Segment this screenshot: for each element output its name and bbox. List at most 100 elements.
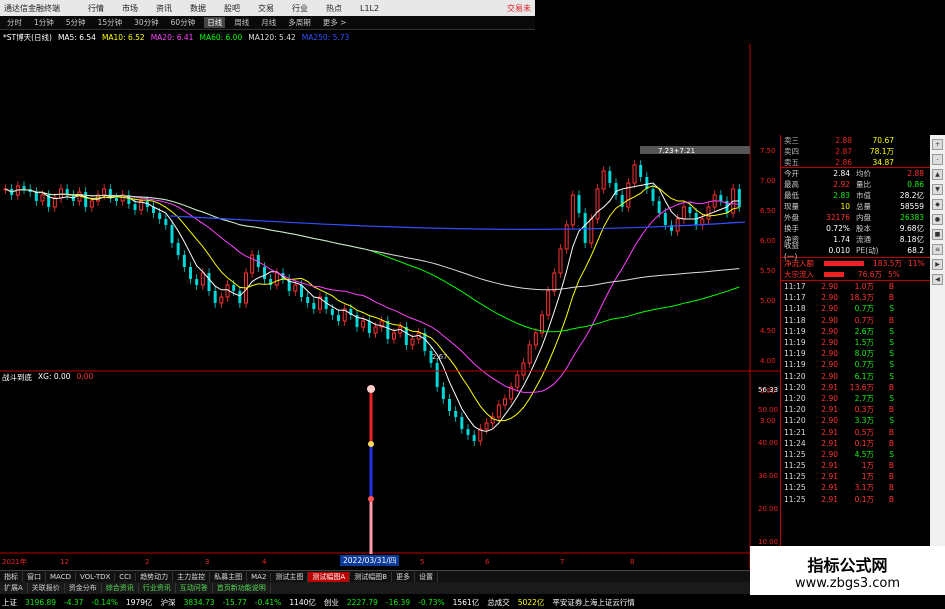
indicator-tab-bar: 指标 窗口 MACD VOL-TDX CCI 趋势动力 主力监控 私募主图 MA2 测试主图 测试幅… bbox=[0, 570, 780, 582]
period-tab-weekly[interactable]: 周线 bbox=[231, 17, 252, 28]
stat-value: 28.2亿 bbox=[899, 191, 924, 200]
indicator-tab[interactable]: CCI bbox=[115, 572, 137, 581]
toolbar-button-10[interactable]: ◀ bbox=[932, 274, 943, 285]
ask-row-5: 卖五 2.86 34.87 bbox=[781, 157, 945, 168]
tick-list[interactable]: 11:17 2.90 1.0万 B 11:17 2.90 18.3万 B 11:18 2.90 0.… bbox=[781, 281, 945, 505]
tick-volume: 1万 bbox=[861, 461, 874, 471]
menu-item-market[interactable]: 市场 bbox=[122, 3, 138, 14]
toolbar-button-1[interactable]: + bbox=[932, 139, 943, 150]
indicator-name[interactable]: 战斗到底 bbox=[2, 372, 32, 383]
extension-tab[interactable]: 扩展A bbox=[0, 583, 28, 593]
sh-index-label[interactable]: 上证 bbox=[2, 597, 17, 608]
indicator-tab[interactable]: VOL-TDX bbox=[76, 572, 116, 581]
flow-bar bbox=[824, 261, 864, 266]
toolbar-button-9[interactable]: ▶ bbox=[932, 259, 943, 270]
indicator-tab[interactable]: MACD bbox=[46, 572, 76, 581]
right-toolbar: + - ▲ ▼ ◆ ● ■ ≡ ▶ ◀ bbox=[930, 135, 945, 550]
toolbar-button-5[interactable]: ◆ bbox=[932, 199, 943, 210]
flow-value: 76.6万 bbox=[857, 270, 882, 279]
tick-row: 11:20 2.90 6.1万 S bbox=[781, 371, 945, 382]
candle-body bbox=[484, 422, 489, 430]
indicator-tab[interactable]: 指标 bbox=[0, 571, 23, 582]
tick-price: 2.90 bbox=[821, 338, 838, 348]
menu-item-trade[interactable]: 交易 bbox=[258, 3, 274, 14]
stat-label: 今开 bbox=[784, 169, 799, 178]
toolbar-button-3[interactable]: ▲ bbox=[932, 169, 943, 180]
period-tab-30min[interactable]: 30分钟 bbox=[131, 17, 162, 28]
extension-tab[interactable]: 互动问答 bbox=[176, 583, 213, 593]
period-tab-timeshare[interactable]: 分时 bbox=[4, 17, 25, 28]
stat-value: 1.74 bbox=[833, 235, 850, 244]
tick-side: S bbox=[889, 371, 894, 381]
kline-chart[interactable]: 7.507.006.506.005.505.004.504.003.503.00… bbox=[0, 44, 780, 570]
period-tab-60min[interactable]: 60分钟 bbox=[168, 17, 199, 28]
period-tab-15min[interactable]: 15分钟 bbox=[95, 17, 126, 28]
indicator-tab[interactable]: 主力监控 bbox=[173, 571, 211, 582]
period-tab-5min[interactable]: 5分钟 bbox=[63, 17, 89, 28]
candle-body bbox=[219, 296, 224, 304]
candle-body bbox=[293, 284, 298, 292]
period-bar: 分时 1分钟 5分钟 15分钟 30分钟 60分钟 日线 周线 月线 多周期 更… bbox=[0, 16, 535, 30]
indicator-tab[interactable]: 窗口 bbox=[23, 571, 46, 582]
tick-time: 11:19 bbox=[784, 349, 806, 359]
ask-volume: 34.87 bbox=[872, 157, 894, 167]
sh-index-value: 3196.89 bbox=[25, 597, 57, 607]
menu-item-news[interactable]: 资讯 bbox=[156, 3, 172, 14]
stat-value: 9.68亿 bbox=[899, 224, 924, 233]
cy-index-label[interactable]: 创业 bbox=[324, 597, 339, 608]
extension-tab[interactable]: 关联报价 bbox=[28, 583, 65, 593]
broker-server[interactable]: 平安证券上海上证云行情 bbox=[552, 597, 635, 608]
toolbar-button-7[interactable]: ■ bbox=[932, 229, 943, 240]
sz-index-label[interactable]: 沪深 bbox=[161, 597, 176, 608]
menu-item-forum[interactable]: 股吧 bbox=[224, 3, 240, 14]
menu-item-industry[interactable]: 行业 bbox=[292, 3, 308, 14]
ask-label: 卖五 bbox=[784, 157, 799, 167]
extension-tab[interactable]: 资金分布 bbox=[65, 583, 102, 593]
title-bar: 通达信金融终端 行情 市场 资讯 数据 股吧 交易 行业 热点 L1L2 交易未 bbox=[0, 0, 535, 16]
indicator-tab[interactable]: MA2 bbox=[247, 572, 272, 581]
indicator-tab[interactable]: 趋势动力 bbox=[136, 571, 174, 582]
fund-flow-row: 大宗流入 76.6万 5% bbox=[781, 269, 945, 280]
candle-body bbox=[263, 267, 266, 279]
tick-row: 11:20 2.90 2.7万 S bbox=[781, 393, 945, 404]
candle-body bbox=[300, 285, 303, 297]
indicator-tick-label: 30.00 bbox=[758, 472, 778, 480]
period-tab-multi[interactable]: 多周期 bbox=[285, 17, 314, 28]
toolbar-button-6[interactable]: ● bbox=[932, 214, 943, 225]
toolbar-button-8[interactable]: ≡ bbox=[932, 244, 943, 255]
tick-side: S bbox=[889, 326, 894, 336]
indicator-tab[interactable]: 测试幅图B bbox=[350, 571, 393, 582]
tick-price: 2.90 bbox=[821, 416, 838, 426]
period-tab-more[interactable]: 更多 > bbox=[320, 17, 350, 28]
stat-value: 8.18亿 bbox=[899, 235, 924, 244]
indicator-tab[interactable]: 私募主图 bbox=[210, 571, 248, 582]
menu-item-data[interactable]: 数据 bbox=[190, 3, 206, 14]
high-price-tag: 7.23+7.21 bbox=[658, 147, 695, 155]
menu-item-hot[interactable]: 热点 bbox=[326, 3, 342, 14]
extension-tab[interactable]: 综合资讯 bbox=[102, 583, 139, 593]
indicator-tab[interactable]: 测试主图 bbox=[271, 571, 309, 582]
extension-tab[interactable]: 首页新功能说明 bbox=[213, 583, 271, 593]
toolbar-button-2[interactable]: - bbox=[932, 154, 943, 165]
indicator-tab[interactable]: 更多 bbox=[392, 571, 416, 582]
tick-volume: 0.7万 bbox=[854, 360, 874, 370]
indicator-tick-label: 40.00 bbox=[758, 439, 778, 447]
trade-link[interactable]: 交易未 bbox=[507, 3, 531, 14]
period-tab-monthly[interactable]: 月线 bbox=[258, 17, 279, 28]
app-title: 通达信金融终端 bbox=[4, 3, 60, 13]
toolbar-button-4[interactable]: ▼ bbox=[932, 184, 943, 195]
tick-price: 2.91 bbox=[821, 427, 838, 437]
candle-body bbox=[232, 285, 236, 291]
indicator-tab[interactable]: 测试幅图A bbox=[308, 571, 351, 582]
cy-index-pct: -0.73% bbox=[418, 597, 445, 607]
period-tab-1min[interactable]: 1分钟 bbox=[31, 17, 57, 28]
period-tab-daily[interactable]: 日线 bbox=[204, 17, 226, 28]
menu-item-quotes[interactable]: 行情 bbox=[88, 3, 104, 14]
tick-row: 11:19 2.90 2.6万 S bbox=[781, 326, 945, 337]
extension-tab[interactable]: 行业资讯 bbox=[139, 583, 176, 593]
indicator-tab[interactable]: 设置 bbox=[415, 571, 439, 582]
tick-volume: 8.0万 bbox=[854, 349, 874, 359]
stat-row: 最低 2.83 市值 28.2亿 bbox=[781, 190, 945, 201]
menu-item-l1l2[interactable]: L1L2 bbox=[360, 4, 379, 13]
candle-body bbox=[533, 332, 538, 346]
